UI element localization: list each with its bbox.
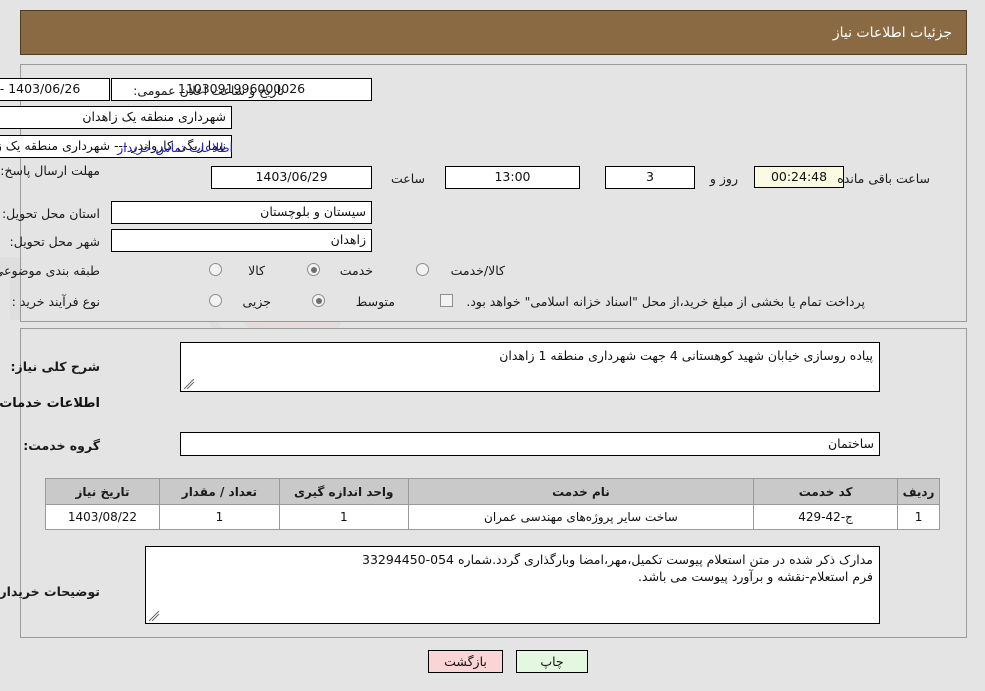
resize-grip-icon[interactable] [148,610,160,622]
buyer-notes-line2: فرم استعلام-نقشه و برآورد پیوست می باشد. [638,569,873,584]
deadline-days-value: 3 [605,166,695,189]
back-button[interactable]: بازگشت [428,650,503,673]
description-label: شرح کلی نیاز: [10,359,100,374]
cell-unit: 1 [278,504,409,530]
need-info-panel [20,64,967,322]
col-header-row: ردیف [897,478,940,505]
process-option-motevasset-label: متوسط [355,294,395,309]
radio-category-kala[interactable] [209,263,222,276]
treasury-bond-checkbox[interactable] [440,294,453,307]
buyer-notes-textarea[interactable]: مدارک ذکر شده در متن استعلام پیوست تکمیل… [145,546,880,624]
col-header-service-code: کد خدمت [753,478,899,505]
cell-quantity: 1 [158,504,280,530]
print-button[interactable]: چاپ [516,650,588,673]
radio-category-kala-khedmat[interactable] [416,263,429,276]
window-titlebar: جزئیات اطلاعات نیاز [20,10,967,55]
deadline-date-value: 1403/06/29 [211,166,372,189]
city-value: زاهدان [111,229,372,252]
deadline-timer-value: 00:24:48 [754,166,844,188]
resize-grip-icon[interactable] [183,378,195,390]
col-header-need-date: تاریخ نیاز [45,478,160,505]
category-option-kala-khedmat-label: کالا/خدمت [450,263,505,278]
province-label: استان محل تحویل: [1,206,100,221]
radio-process-motevasset[interactable] [312,294,325,307]
description-textarea[interactable]: پیاده روسازی خیابان شهید کوهستانی 4 جهت … [180,342,880,392]
col-header-service-name: نام خدمت [407,478,755,505]
deadline-hour-value: 13:00 [445,166,580,189]
table-row: 1 ج-42-429 ساخت سایر پروژه‌های مهندسی عم… [45,504,940,530]
category-label: طبقه بندی موضوعی: [0,263,100,278]
buyer-contact-link[interactable]: اطلاعات تماس خریدار [117,140,233,155]
service-group-value: ساختمان [180,432,880,456]
public-announce-label: تاریخ و ساعت اعلان عمومی: [133,83,284,98]
deadline-days-label: روز و [709,171,738,186]
cell-service-name: ساخت سایر پروژه‌های مهندسی عمران [407,504,755,530]
services-section-heading: اطلاعات خدمات مورد نیاز [0,396,100,411]
radio-process-jozii[interactable] [209,294,222,307]
deadline-timer-suffix: ساعت باقی مانده [837,171,930,186]
cell-need-date: 1403/08/22 [45,504,160,530]
cell-service-code: ج-42-429 [753,504,899,530]
cell-row: 1 [897,504,940,530]
category-option-khedmat-label: خدمت [339,263,373,278]
buyer-org-value: شهرداری منطقه یک زاهدان [0,106,232,129]
service-group-label: گروه خدمت: [23,438,100,453]
public-announce-value: 1403/06/26 - 12:13 [0,78,110,101]
process-type-label: نوع فرآیند خرید : [11,294,100,309]
page-title: جزئیات اطلاعات نیاز [832,24,952,41]
category-option-kala-label: کالا [248,263,265,278]
deadline-label: مهلت ارسال پاسخ: تا تاریخ: [0,163,100,178]
process-option-jozii-label: جزیی [242,294,271,309]
deadline-hour-label: ساعت [390,171,425,186]
buyer-notes-line1: مدارک ذکر شده در متن استعلام پیوست تکمیل… [362,552,873,567]
city-label: شهر محل تحویل: [9,234,100,249]
table-header-row: ردیف کد خدمت نام خدمت واحد اندازه گیری ت… [45,478,940,505]
description-value: پیاده روسازی خیابان شهید کوهستانی 4 جهت … [499,348,873,363]
treasury-bond-note: پرداخت تمام یا بخشی از مبلغ خرید،از محل … [466,294,865,309]
services-table: ردیف کد خدمت نام خدمت واحد اندازه گیری ت… [45,478,940,530]
buyer-notes-label: توضیحات خریدار: [0,584,100,599]
col-header-unit: واحد اندازه گیری [278,478,409,505]
col-header-quantity: تعداد / مقدار [158,478,280,505]
radio-category-khedmat[interactable] [307,263,320,276]
province-value: سیستان و بلوچستان [111,201,372,224]
